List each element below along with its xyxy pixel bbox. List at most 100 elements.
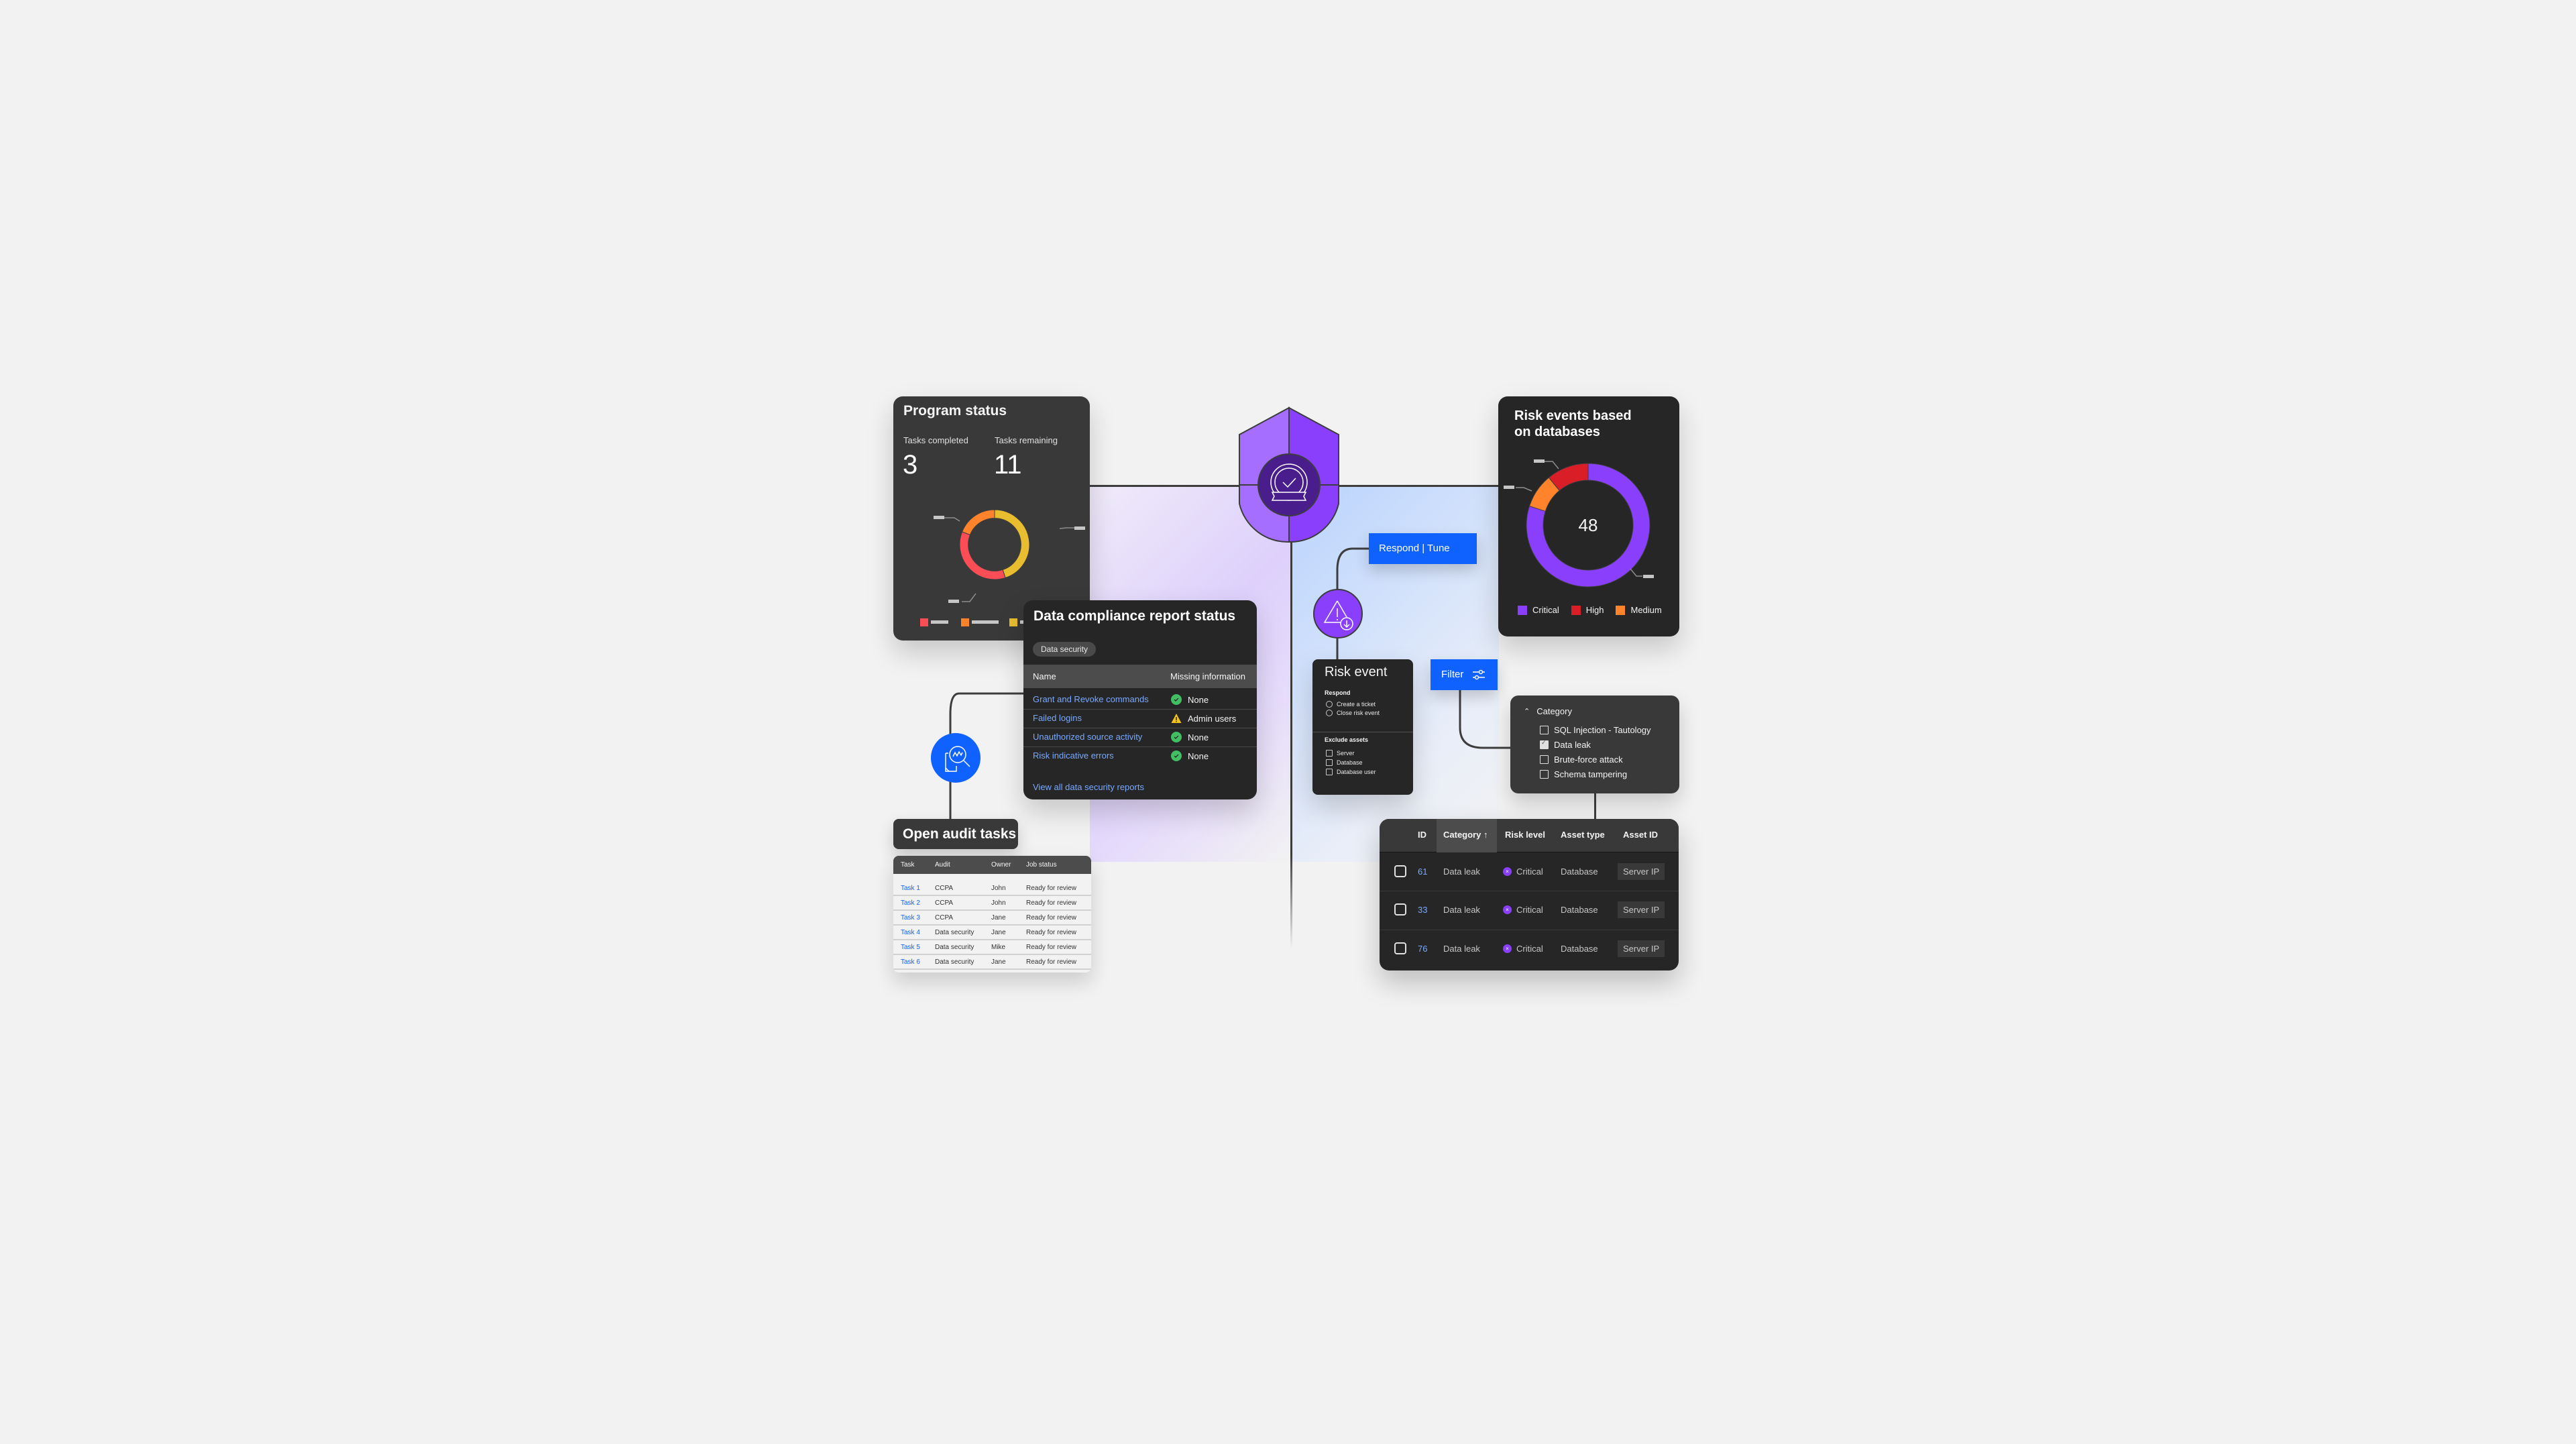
program-slice-red[interactable] [959,531,1006,580]
checkbox[interactable] [1540,770,1549,779]
task-link[interactable]: Task 2 [901,899,920,907]
column-id[interactable]: ID [1418,830,1426,840]
risk-table-row: 76 Data leak × Critical Database Server IP [1380,930,1679,970]
legend-item-critical[interactable]: Critical [1518,605,1559,615]
respond-tune-button[interactable]: Respond | Tune [1369,533,1477,564]
critical-status-icon: × [1503,867,1512,876]
report-link[interactable]: Failed logins [1033,713,1082,723]
event-id-link[interactable]: 76 [1418,944,1427,954]
close-risk-event-option[interactable]: Close risk event [1326,710,1380,716]
audit-task-row: Task 4 Data security Jane Ready for review [893,926,1091,940]
row-checkbox[interactable] [1394,865,1406,877]
audit-task-row: Task 2 CCPA John Ready for review [893,896,1091,911]
warning-icon [1171,714,1182,723]
critical-status-icon: × [1503,944,1512,953]
column-name[interactable]: Name [1033,671,1056,681]
asset-id-tag[interactable]: Server IP [1618,901,1665,918]
column-asset-id[interactable]: Asset ID [1623,830,1658,840]
column-audit[interactable]: Audit [935,861,950,869]
exclude-database-option[interactable]: Database [1326,759,1363,766]
category-option[interactable]: SQL Injection - Tautology [1540,725,1651,735]
category-accordion-toggle[interactable]: ⌃ Category [1524,706,1572,716]
orange-label-placeholder [934,516,944,519]
event-id-link[interactable]: 33 [1418,905,1427,915]
program-slice-orange[interactable] [962,509,995,536]
report-link[interactable]: Risk indicative errors [1033,751,1114,761]
column-category[interactable]: Category ↑ [1443,830,1488,840]
category-option[interactable]: Schema tampering [1540,769,1627,779]
audit-cell: CCPA [935,914,954,922]
program-slice-yellow[interactable] [994,509,1030,579]
checkbox[interactable] [1326,750,1333,757]
option-label: Brute-force attack [1554,755,1623,765]
task-link[interactable]: Task 4 [901,929,920,936]
column-task[interactable]: Task [901,861,915,869]
task-link[interactable]: Task 6 [901,958,920,966]
category-label: Category [1536,706,1572,716]
option-label: SQL Injection - Tautology [1554,725,1651,735]
option-label: Close risk event [1337,710,1380,716]
view-all-reports-link[interactable]: View all data security reports [1033,782,1144,792]
audit-cell: CCPA [935,885,954,892]
data-security-tag[interactable]: Data security [1033,642,1097,657]
option-label: Schema tampering [1554,769,1628,779]
shield-badge-icon [1239,406,1339,543]
checkbox[interactable] [1326,759,1333,766]
task-link[interactable]: Task 5 [901,944,920,951]
task-link[interactable]: Task 3 [901,914,920,922]
exclude-server-option[interactable]: Server [1326,750,1355,757]
audit-tasks-table: Task Audit Owner Job status Task 1 CCPA Jo… [893,856,1091,973]
compliance-title: Data compliance report status [1033,608,1236,624]
compliance-row: Grant and Revoke commands None [1023,691,1257,710]
checkbox[interactable] [1540,739,1549,749]
option-label: Data leak [1554,740,1591,750]
checkbox[interactable] [1540,726,1549,734]
event-id-link[interactable]: 61 [1418,867,1427,877]
report-link[interactable]: Grant and Revoke commands [1033,694,1149,704]
missing-info: Admin users [1188,714,1237,724]
checkbox[interactable] [1326,769,1333,775]
legend-label-placeholder [972,620,999,624]
status-cell: Ready for review [1026,885,1077,892]
report-link[interactable]: Unauthorized source activity [1033,732,1142,742]
audit-task-row: Task 1 CCPA John Ready for review [893,881,1091,896]
status-cell: Ready for review [1026,899,1077,907]
column-risk-level[interactable]: Risk level [1505,830,1545,840]
asset-id-tag[interactable]: Server IP [1618,863,1665,880]
legend-swatch-orange[interactable] [961,618,969,626]
asset-id-tag[interactable]: Server IP [1618,940,1665,957]
row-checkbox[interactable] [1394,903,1406,915]
compliance-row: Unauthorized source activity None [1023,728,1257,747]
red-leader-line [962,593,976,602]
option-label: Server [1337,750,1355,757]
category-option[interactable]: Data leak [1540,739,1591,750]
checkbox[interactable] [1540,755,1549,764]
sliders-icon [1473,669,1485,680]
column-missing-information[interactable]: Missing information [1170,671,1245,681]
legend-swatch [1616,605,1626,615]
task-link[interactable]: Task 1 [901,885,920,892]
category-table-connector [1594,793,1596,820]
exclude-database-user-option[interactable]: Database user [1326,769,1376,775]
status-cell: Ready for review [1026,914,1077,922]
column-job-status[interactable]: Job status [1026,861,1057,869]
warning-download-icon [1323,600,1353,630]
column-label: Category [1443,830,1481,840]
row-checkbox[interactable] [1394,942,1406,954]
column-asset-type[interactable]: Asset type [1561,830,1605,840]
compliance-table-header: Name Missing information [1023,665,1257,688]
legend-swatch-yellow[interactable] [1009,618,1017,626]
legend-swatch-red[interactable] [920,618,928,626]
legend-label: Medium [1630,605,1662,615]
legend-item-high[interactable]: High [1571,605,1604,615]
filter-button[interactable]: Filter [1431,659,1498,690]
column-owner[interactable]: Owner [991,861,1011,869]
status-cell: Ready for review [1026,944,1077,951]
legend-item-medium[interactable]: Medium [1616,605,1662,615]
radio-button[interactable] [1326,701,1333,708]
option-label: Database user [1337,769,1376,775]
orange-leader-line [944,517,960,522]
category-option[interactable]: Brute-force attack [1540,755,1623,765]
radio-button[interactable] [1326,710,1333,716]
create-ticket-option[interactable]: Create a ticket [1326,701,1376,708]
